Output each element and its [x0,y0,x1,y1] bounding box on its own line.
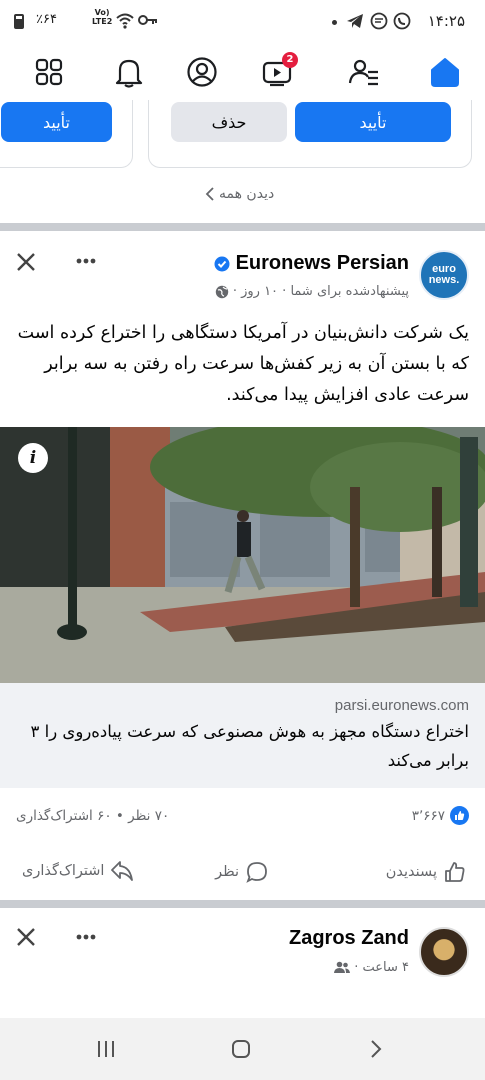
reactions[interactable]: ۳٬۶۶۷ [412,806,469,825]
post-meta: پیشنهادشده برای شما · ۱۰ روز · [215,284,409,299]
post-meta: ۴ ساعت · [334,960,409,975]
suggestion-card: حذف تأیید [148,100,472,168]
friends-audience-icon [334,961,351,973]
author-avatar[interactable] [419,927,469,977]
confirm-button[interactable]: تأیید [295,102,451,142]
suggestion-card: تأیید [0,100,133,168]
status-bar: ٪۶۴ Vo) LTE2 ۱۴:۲۵ [0,0,485,44]
verified-icon [214,256,230,271]
wifi-icon [116,13,134,29]
share-button[interactable]: اشتراک‌گذاری [22,860,134,882]
info-icon: i [29,448,37,468]
back-icon[interactable] [370,1039,382,1059]
link-domain: parsi.euronews.com [334,697,469,714]
home-button-icon[interactable] [231,1039,251,1059]
post-header: Zagros Zand ۴ ساعت · [0,913,485,1018]
key-icon [138,15,157,25]
friends-icon [348,59,378,86]
page-name[interactable]: Euronews Persian [214,252,409,275]
friend-suggestions-strip: تأیید حذف تأیید دیدن همه [0,100,485,220]
close-icon[interactable] [16,252,36,272]
chat-icon [370,12,388,30]
chevron-left-icon [205,187,214,201]
thumbs-up-icon [445,862,465,882]
delete-button[interactable]: حذف [171,102,287,142]
telegram-icon [347,14,363,28]
like-reaction-icon [450,806,469,825]
nav-home[interactable] [396,44,485,100]
share-icon [111,861,134,881]
globe-icon [215,285,229,298]
comment-button[interactable]: نظر [215,860,269,884]
recents-icon[interactable] [96,1040,116,1058]
comment-icon [246,862,267,883]
divider [0,223,485,231]
nav-video[interactable]: 2 [228,44,325,100]
profile-icon [186,57,217,87]
confirm-button[interactable]: تأیید [1,102,112,142]
link-title[interactable]: اختراع دستگاه مجهز به هوش مصنوعی که سرعت… [19,717,469,775]
more-options-icon[interactable] [76,934,96,940]
close-icon[interactable] [16,927,36,947]
home-icon [430,58,459,87]
see-all-link[interactable]: دیدن همه [205,186,274,202]
divider [0,900,485,908]
battery-percent: ٪۶۴ [36,12,57,27]
info-button[interactable]: i [18,443,48,473]
video-frame [0,427,485,683]
like-button[interactable]: پسندیدن [386,860,467,884]
post-stats: ۷۰ نظر • ۶۰ اشتراک‌گذاری ۳٬۶۶۷ [0,806,485,830]
whatsapp-icon [393,12,411,30]
battery-icon [14,14,24,29]
post-video[interactable]: i [0,427,485,683]
post-header: euro news. Euronews Persian پیشنهادشده ب… [0,236,485,306]
network-indicator: Vo) LTE2 [92,8,113,26]
more-options-icon[interactable] [76,258,96,264]
comments-shares-count[interactable]: ۷۰ نظر • ۶۰ اشتراک‌گذاری [16,808,169,824]
reactions-count: ۳٬۶۶۷ [411,807,445,824]
author-name[interactable]: Zagros Zand [289,927,409,950]
video-badge: 2 [282,52,298,68]
dot-indicator [332,20,337,25]
clock: ۱۴:۲۵ [427,12,465,30]
bell-icon [115,59,142,88]
page-avatar[interactable]: euro news. [419,250,469,300]
system-navigation-bar [0,1018,485,1080]
see-all-label: دیدن همه [219,186,275,202]
grid-icon [35,58,62,86]
post-text: یک شرکت دانش‌بنیان در آمریکا دستگاهی را … [17,323,469,405]
post-actions: پسندیدن نظر اشتراک‌گذاری [0,856,485,896]
top-nav: 2 [0,44,485,100]
